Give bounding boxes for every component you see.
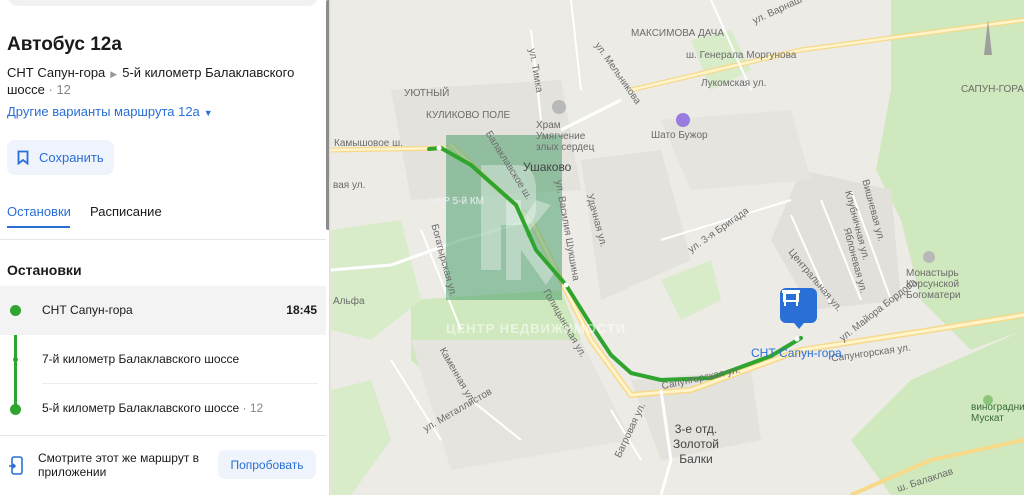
map-label-gen-morgunova: ш. Генерала Моргунова bbox=[686, 50, 797, 61]
tab-bar: Остановки Расписание bbox=[0, 204, 326, 240]
arrow-right-icon: ▶ bbox=[110, 69, 118, 79]
map-label-monastyr: Монастырь Корсунской Богоматери bbox=[906, 268, 961, 301]
stop-dot-icon bbox=[10, 305, 21, 316]
bookmark-icon bbox=[17, 150, 29, 165]
map-label-hram: Храм Умягчение злых сердец bbox=[536, 120, 595, 153]
app-promo: Смотрите этот же маршрут в приложении По… bbox=[0, 435, 326, 495]
map-label-maksimova: МАКСИМОВА ДАЧА bbox=[631, 28, 725, 39]
route-variants-link[interactable]: Другие варианты маршрута 12а ▼ bbox=[7, 104, 213, 119]
stop-row[interactable]: 7-й километр Балаклавского шоссе bbox=[0, 335, 326, 384]
map-label-vinogradniki: виноградники Мускат bbox=[971, 402, 1024, 424]
stops-section-title: Остановки bbox=[7, 262, 82, 278]
try-app-button[interactable]: Попробовать bbox=[218, 450, 316, 479]
bus-stop-marker[interactable] bbox=[780, 288, 817, 329]
save-button[interactable]: Сохранить bbox=[7, 140, 114, 175]
map-label-shato: Шато Бужор bbox=[651, 130, 708, 141]
stop-time: 18:45 bbox=[286, 303, 317, 317]
route-to-number: · 12 bbox=[48, 82, 71, 97]
map-label-mkr: МКР 5-й КМ bbox=[429, 196, 485, 207]
stop-name: 7-й километр Балаклавского шоссе bbox=[42, 352, 240, 366]
stop-number: · 12 bbox=[242, 401, 264, 415]
stop-name-text: 5-й километр Балаклавского шоссе bbox=[42, 401, 240, 415]
map-label-alfa: Альфа bbox=[333, 296, 365, 307]
app-root: Автобус 12а СНТ Сапун-гора ▶ 5-й километр … bbox=[0, 0, 1024, 495]
stop-dot-icon bbox=[13, 357, 18, 362]
bus-stop-icon bbox=[782, 290, 800, 306]
active-tab-underline bbox=[7, 226, 70, 228]
tab-schedule[interactable]: Расписание bbox=[90, 204, 162, 219]
promo-text: Смотрите этот же маршрут в приложении bbox=[38, 451, 200, 479]
tab-stops[interactable]: Остановки bbox=[7, 204, 71, 219]
stop-row[interactable]: СНТ Сапун-гора 18:45 bbox=[0, 286, 326, 335]
map-label-kulikovo: КУЛИКОВО ПОЛЕ bbox=[426, 110, 511, 121]
map-label-vaya: вая ул. bbox=[333, 180, 366, 191]
route-from: СНТ Сапун-гора bbox=[7, 65, 106, 80]
stop-name: 5-й километр Балаклавского шоссе · 12 bbox=[42, 401, 263, 415]
stop-dot-icon bbox=[10, 404, 21, 415]
watermark-text: ЦЕНТР НЕДВИЖИМОСТИ bbox=[446, 321, 627, 336]
save-button-label: Сохранить bbox=[39, 150, 104, 165]
map-label-sapun-gora: САПУН-ГОРА bbox=[961, 84, 1024, 95]
caret-down-icon: ▼ bbox=[203, 108, 213, 118]
route-endpoints: СНТ Сапун-гора ▶ 5-й километр Балаклавског… bbox=[7, 65, 307, 97]
map-label-ushakovo: Ушаково bbox=[523, 160, 572, 174]
route-title: Автобус 12а bbox=[7, 34, 122, 55]
stop-row[interactable]: 5-й километр Балаклавского шоссе · 12 bbox=[0, 384, 326, 433]
stop-name: СНТ Сапун-гора bbox=[42, 303, 133, 317]
route-variants-label: Другие варианты маршрута 12а bbox=[7, 104, 200, 119]
map-stop-label[interactable]: СНТ Сапун-гора bbox=[751, 346, 842, 360]
map-label-lukomskaya: Лукомская ул. bbox=[701, 78, 767, 89]
sidebar-scrollbar[interactable] bbox=[326, 0, 329, 230]
route-sidebar: Автобус 12а СНТ Сапун-гора ▶ 5-й километр … bbox=[0, 0, 330, 495]
map-label-zolotoy-balki: 3-е отд. Золотой Балки bbox=[673, 422, 719, 466]
map-canvas[interactable]: МАКСИМОВА ДАЧА ш. Генерала Моргунова Лук… bbox=[331, 0, 1024, 495]
map-label-kamyshovoe: Камышовое ш. bbox=[334, 138, 403, 149]
map-label-utyuzhny: УЮТНЫЙ bbox=[404, 88, 450, 99]
phone-app-icon bbox=[9, 456, 23, 475]
search-bar-stub[interactable] bbox=[8, 0, 318, 6]
